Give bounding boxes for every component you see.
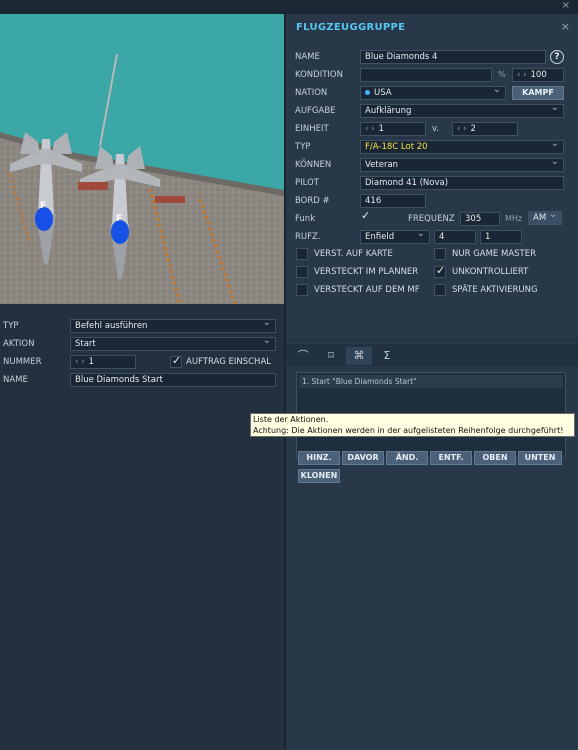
callsign-flight-input[interactable]: 1 [480, 230, 522, 244]
tooltip-line: Achtung: Die Aktionen werden in der aufg… [253, 425, 564, 435]
action-label: AKTION [3, 339, 35, 349]
close-icon[interactable]: × [561, 20, 570, 33]
pilot-input[interactable]: Diamond 41 (Nova) [360, 176, 564, 190]
number-label: NUMMER [3, 357, 42, 367]
action-type-label: TYP [3, 321, 19, 331]
clone-button[interactable]: KLONEN [298, 469, 340, 483]
nation-select[interactable]: USA [360, 86, 506, 100]
late-activation-checkbox[interactable] [434, 284, 446, 296]
add-button[interactable]: HINZ. [298, 451, 340, 465]
late-activation-label: SPÄTE AKTIVIERUNG [452, 285, 538, 295]
callsign-number-input[interactable]: 4 [434, 230, 476, 244]
help-icon[interactable]: ? [550, 50, 564, 64]
viewport-scene [0, 14, 284, 304]
target-icon[interactable]: ⌑ [318, 347, 344, 365]
aircraft-group-panel: FLUGZEUGGRUPPE × NAME Blue Diamonds 4 ? … [286, 14, 578, 750]
route-icon[interactable]: ⌒ [290, 347, 316, 365]
uncontrolled-checkbox[interactable] [434, 264, 446, 278]
unit-label: EINHEIT [295, 124, 329, 134]
hidden-in-planner-checkbox[interactable] [296, 266, 308, 278]
frequency-input[interactable]: 305 [460, 212, 500, 226]
nation-dot-icon [365, 90, 370, 95]
enable-task-checkbox[interactable] [170, 354, 182, 368]
3d-viewport[interactable]: F F [0, 14, 284, 304]
skill-select[interactable]: Veteran [360, 158, 564, 172]
hidden-on-mfd-label: VERSTECKT AUF DEM MF [314, 285, 420, 295]
section-divider [286, 340, 578, 341]
action-select[interactable]: Start [70, 337, 276, 351]
edit-button[interactable]: ÄND. [386, 451, 428, 465]
hidden-in-planner-label: VERSTECKT IM PLANNER [314, 267, 419, 277]
unit-of-label: v. [432, 124, 440, 134]
modulation-select[interactable]: AM [528, 211, 562, 225]
panel-title: FLUGZEUGGRUPPE [296, 22, 406, 33]
tooltip-line: Liste der Aktionen. [253, 415, 329, 424]
combat-button[interactable]: KAMPF [512, 86, 564, 100]
group-name-input[interactable]: Blue Diamonds 4 [360, 50, 546, 64]
move-down-button[interactable]: UNTEN [518, 451, 562, 465]
type-label: TYP [295, 142, 311, 152]
game-master-only-label: NUR GAME MASTER [452, 249, 537, 259]
hidden-on-map-label: VERST. AUF KARTE [314, 249, 393, 259]
percent-unit: % [498, 70, 506, 79]
action-type-select[interactable]: Befehl ausführen [70, 319, 276, 333]
actions-list-tooltip: Liste der Aktionen. Achtung: Die Aktione… [250, 413, 575, 437]
frequency-unit: MHz [505, 214, 523, 223]
aircraft-type-select[interactable]: F/A-18C Lot 20 [360, 140, 564, 154]
name-label: NAME [295, 52, 320, 62]
frequency-label: FREQUENZ [408, 214, 455, 224]
unit-stepper[interactable]: ‹ › 1 [360, 122, 426, 136]
delete-button[interactable]: ENTF. [430, 451, 472, 465]
callsign-label: RUFZ. [295, 232, 321, 242]
sigma-icon[interactable]: Σ [374, 347, 400, 365]
unit-marker-label: F [116, 214, 123, 224]
task-label: AUFGABE [295, 106, 336, 116]
unit-total-stepper[interactable]: ‹ › 2 [452, 122, 518, 136]
hidden-on-map-checkbox[interactable] [296, 248, 308, 260]
window-close-icon[interactable]: × [562, 0, 570, 11]
action-name-label: NAME [3, 375, 28, 385]
radio-checkbox[interactable] [360, 209, 372, 224]
tab-bar: ⌒ ⌑ ⌘ Σ [286, 344, 578, 366]
move-up-button[interactable]: OBEN [474, 451, 516, 465]
unit-marker-label: F [40, 201, 47, 211]
command-icon[interactable]: ⌘ [346, 347, 372, 365]
hidden-on-mfd-checkbox[interactable] [296, 284, 308, 296]
condition-label: KONDITION [295, 70, 343, 80]
list-item[interactable]: 1. Start "Blue Diamonds Start" [299, 375, 563, 388]
board-number-input[interactable]: 416 [360, 194, 426, 208]
skill-label: KÖNNEN [295, 160, 332, 170]
condition-bar[interactable] [360, 68, 492, 82]
uncontrolled-label: UNKONTROLLIERT [452, 267, 529, 277]
radio-label: Funk [295, 214, 316, 224]
enable-task-label: AUFTRAG EINSCHAL [186, 357, 271, 367]
window-title-bar: × [0, 0, 578, 14]
game-master-only-checkbox[interactable] [434, 248, 446, 260]
insert-before-button[interactable]: DAVOR [342, 451, 384, 465]
nation-label: NATION [295, 88, 328, 98]
action-name-input[interactable]: Blue Diamonds Start [70, 373, 276, 387]
board-number-label: BORD # [295, 196, 330, 206]
number-stepper[interactable]: ‹ › 1 [70, 355, 136, 369]
task-select[interactable]: Aufklärung [360, 104, 564, 118]
pilot-label: PILOT [295, 178, 319, 188]
callsign-select[interactable]: Enfield [360, 230, 430, 244]
action-properties-panel: TYP Befehl ausführen AKTION Start NUMMER… [0, 304, 284, 750]
condition-stepper[interactable]: ‹ › 100 [512, 68, 564, 82]
